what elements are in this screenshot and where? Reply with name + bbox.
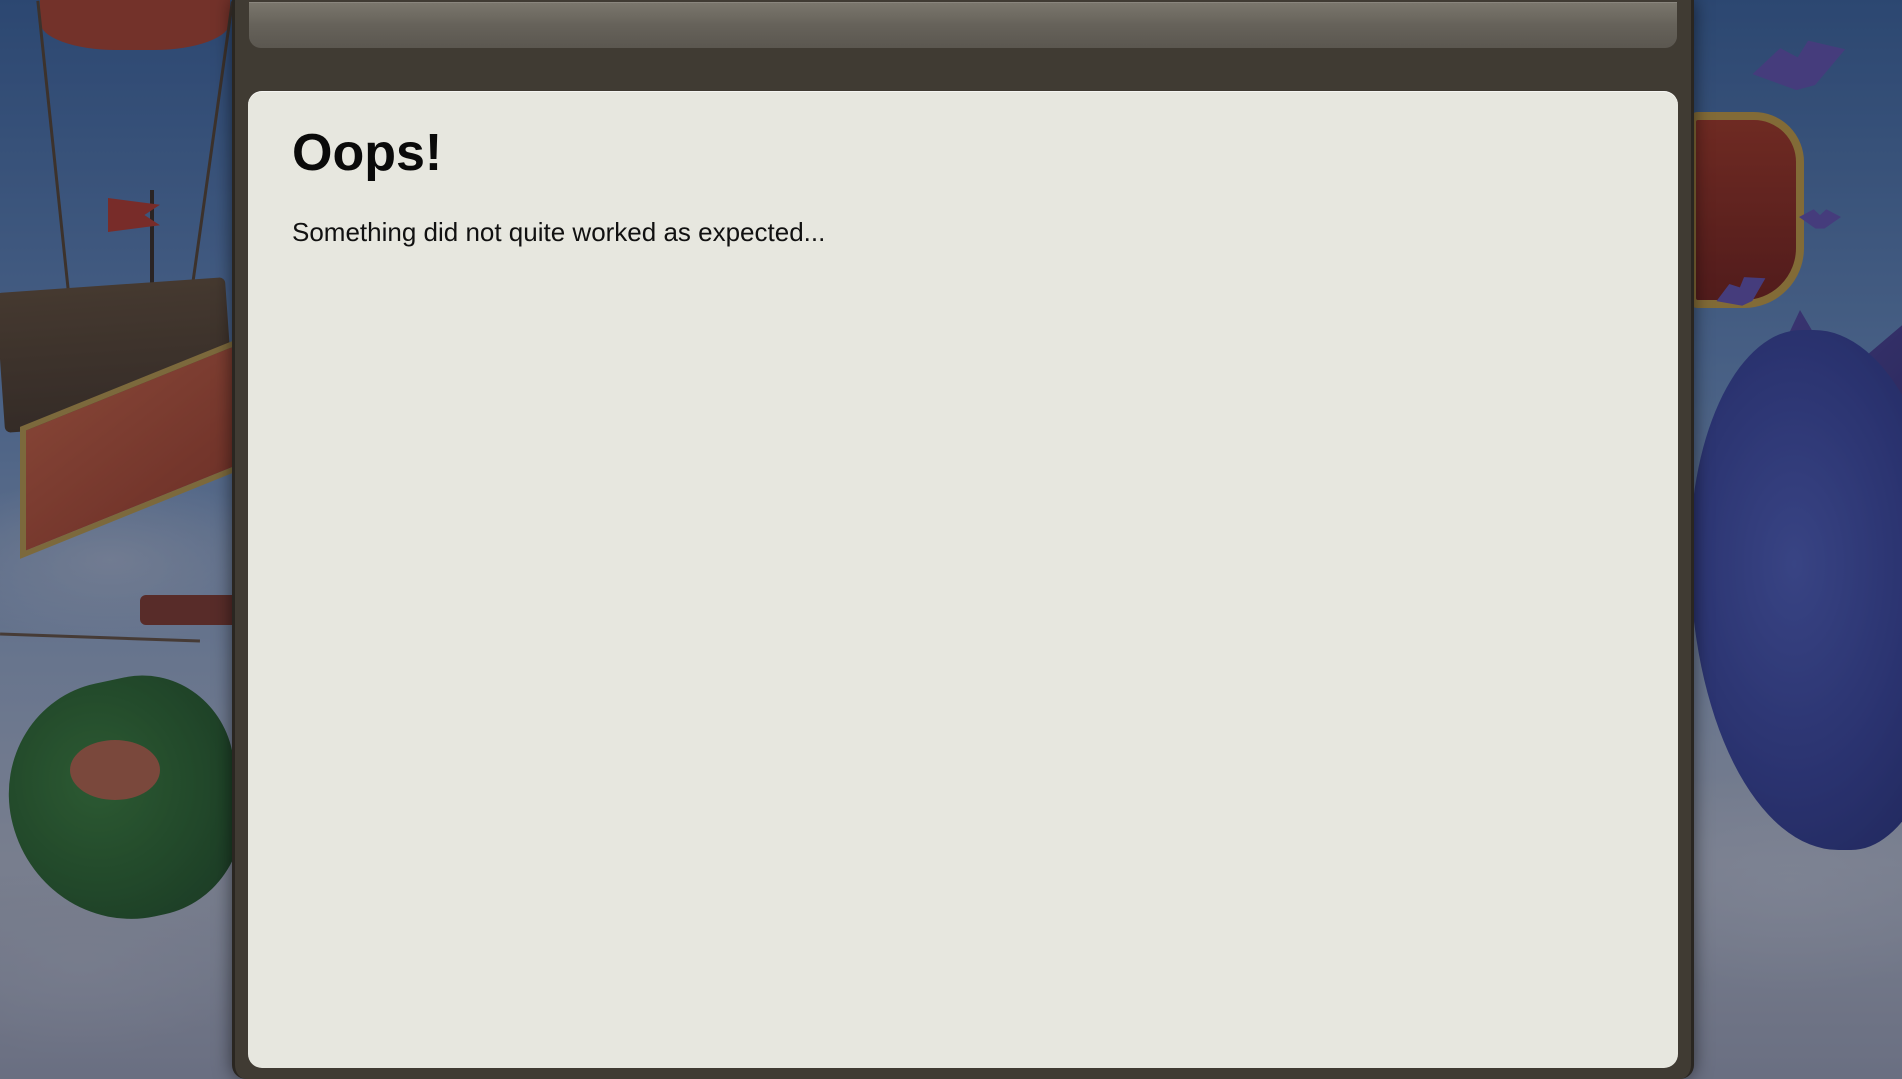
error-heading: Oops! [292, 124, 443, 182]
dialog-content: Oops! Something did not quite worked as … [248, 91, 1678, 1068]
error-dialog: Oops! Something did not quite worked as … [232, 0, 1694, 1079]
dialog-title-bar [249, 2, 1677, 48]
error-message: Something did not quite worked as expect… [292, 217, 826, 247]
